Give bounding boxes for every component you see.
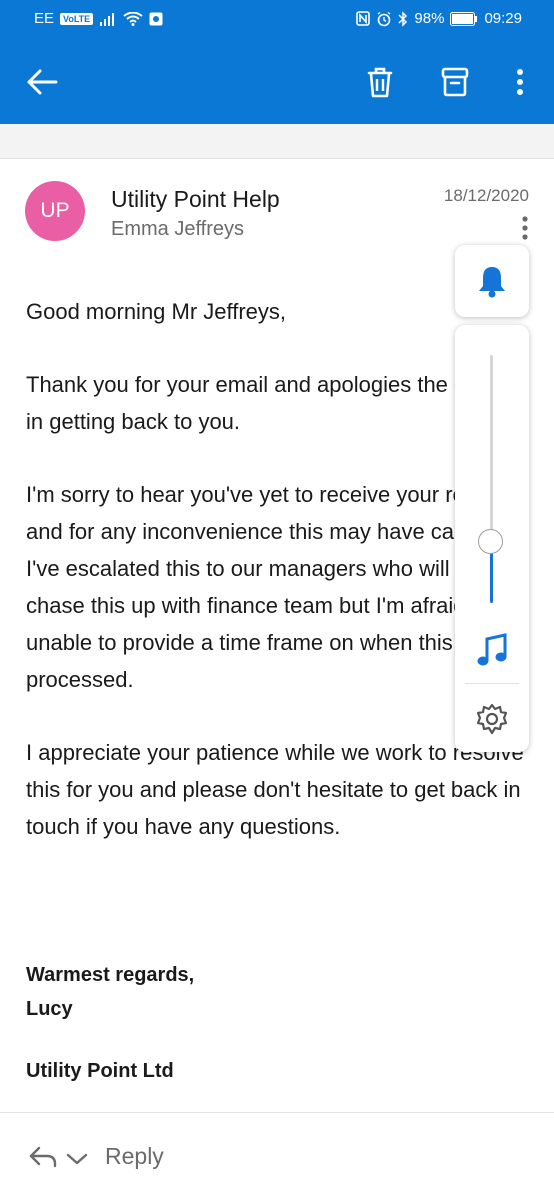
- status-bar: EE VoLTE 98% 09:29: [0, 0, 554, 38]
- volume-panel-divider: [465, 683, 519, 684]
- reply-button[interactable]: Reply: [105, 1143, 164, 1170]
- clock: 09:29: [484, 10, 522, 27]
- sender-name[interactable]: Utility Point Help: [111, 186, 280, 213]
- wifi-icon: [123, 11, 143, 26]
- back-button[interactable]: [22, 62, 62, 102]
- settings-gear-icon[interactable]: [476, 703, 508, 735]
- email-toolbar: [0, 52, 554, 112]
- volume-panel: [455, 325, 529, 752]
- reply-arrow-icon[interactable]: [28, 1145, 58, 1169]
- volume-slider[interactable]: [490, 355, 493, 603]
- avatar[interactable]: UP: [25, 181, 85, 241]
- signature-name: Lucy: [26, 998, 73, 1020]
- body-paragraph: Thank you for your email and apologies t…: [26, 372, 507, 434]
- nfc-icon: [356, 11, 371, 26]
- sign-off: Warmest regards,: [26, 964, 195, 986]
- bell-icon: [479, 267, 505, 298]
- body-paragraph: I'm sorry to hear you've yet to receive …: [26, 482, 521, 692]
- signal-icon: [100, 12, 115, 26]
- body-paragraph: I appreciate your patience while we work…: [26, 740, 524, 839]
- message-date: 18/12/2020: [443, 186, 529, 205]
- battery-icon: [450, 11, 478, 26]
- volte-badge: VoLTE: [60, 12, 94, 25]
- battery-percent: 98%: [414, 10, 445, 27]
- music-note-icon[interactable]: [475, 633, 509, 669]
- signature: Warmest regards, Lucy: [26, 958, 194, 1026]
- ringer-mode-button[interactable]: [455, 245, 529, 317]
- more-vertical-icon: [517, 69, 523, 95]
- arrow-left-icon: [27, 69, 58, 95]
- message-more-icon[interactable]: [522, 216, 528, 240]
- volume-slider-handle[interactable]: [478, 529, 503, 554]
- alarm-icon: [378, 11, 391, 26]
- reply-bar: Reply: [0, 1113, 554, 1200]
- app-bar: EE VoLTE 98% 09:29: [0, 0, 554, 124]
- app-notification-icon: [149, 12, 163, 25]
- chevron-down-icon[interactable]: [66, 1153, 88, 1165]
- delete-button[interactable]: [360, 62, 400, 102]
- archive-button[interactable]: [435, 62, 475, 102]
- recipient-name[interactable]: Emma Jeffreys: [111, 218, 244, 241]
- message-body: Good morning Mr Jeffreys, Thank you for …: [26, 293, 526, 881]
- company-name: Utility Point Ltd: [26, 1060, 174, 1082]
- archive-icon: [441, 67, 469, 97]
- header-divider: [0, 124, 554, 159]
- bluetooth-icon: [398, 10, 408, 27]
- carrier-label: EE: [34, 10, 55, 27]
- trash-icon: [367, 67, 393, 98]
- body-paragraph: Good morning Mr Jeffreys,: [26, 299, 287, 324]
- more-options-button[interactable]: [500, 62, 540, 102]
